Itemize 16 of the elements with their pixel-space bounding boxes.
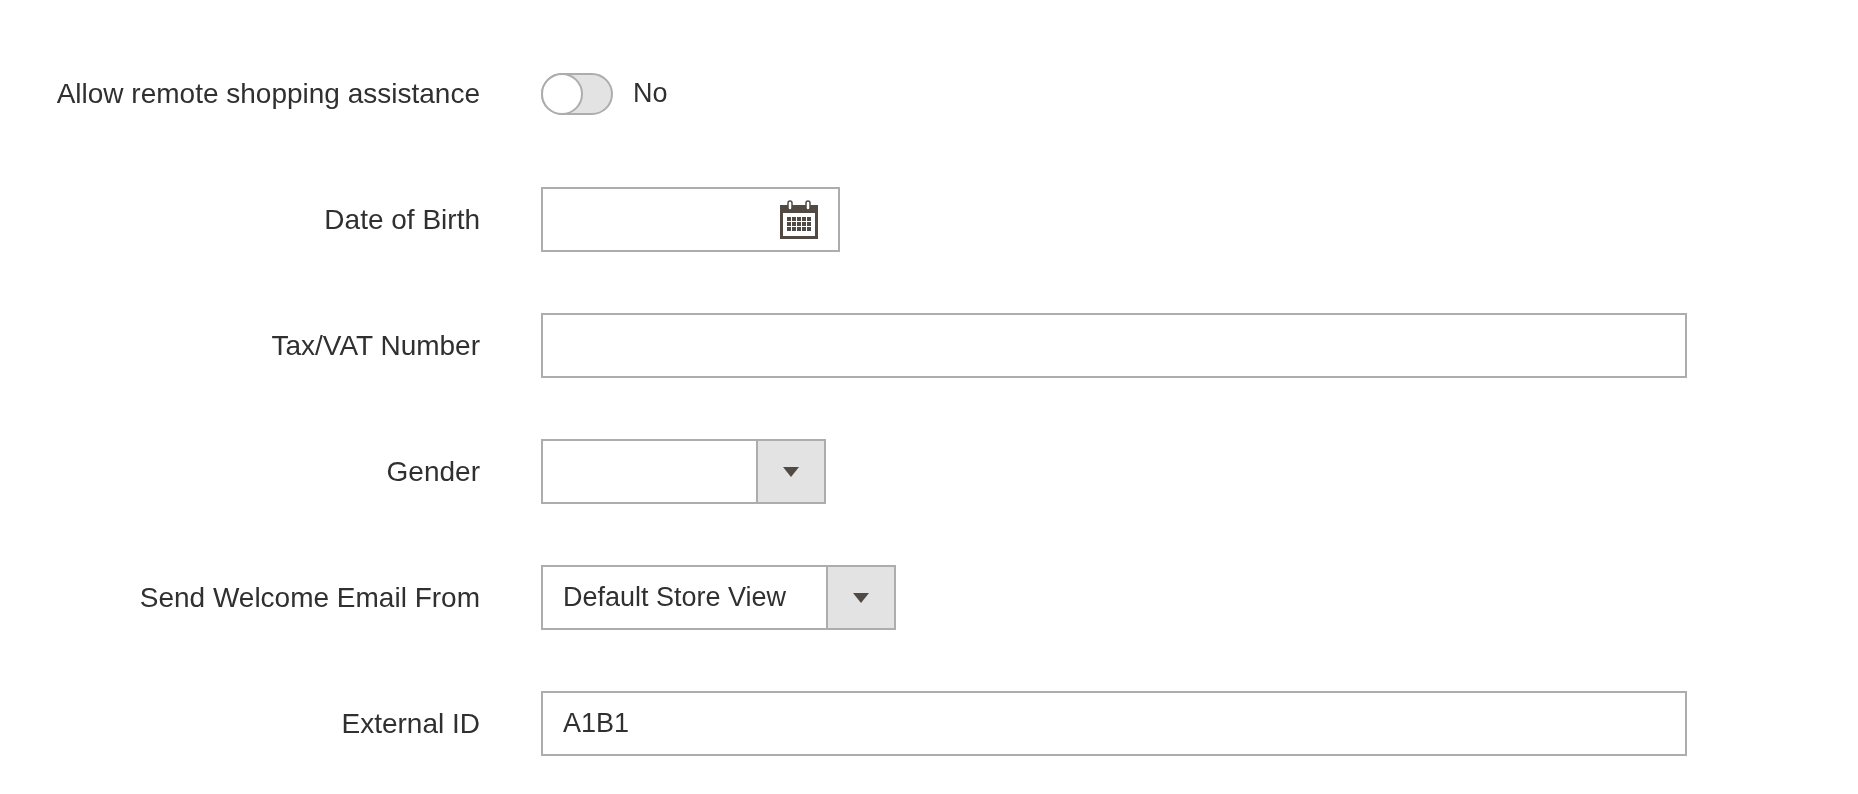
- field-label: Gender: [385, 455, 480, 488]
- field-label: Send Welcome Email From: [138, 581, 480, 614]
- select-dropdown[interactable]: [541, 439, 826, 504]
- calendar-icon[interactable]: [778, 198, 820, 241]
- field-label: Date of Birth: [323, 203, 480, 236]
- field-label: External ID: [340, 707, 480, 740]
- caret-icon: [783, 466, 799, 477]
- select-dropdown[interactable]: Default Store View: [541, 565, 897, 630]
- field-label: Tax/VAT Number: [270, 329, 480, 362]
- caret-icon: [853, 592, 870, 603]
- toggle-state-text: No: [633, 78, 668, 109]
- toggle-switch[interactable]: [541, 72, 613, 115]
- text-field[interactable]: A1B1: [541, 691, 1687, 756]
- text-field[interactable]: [541, 313, 1687, 378]
- date-field[interactable]: [541, 187, 840, 252]
- field-label: Allow remote shopping assistance: [55, 77, 480, 110]
